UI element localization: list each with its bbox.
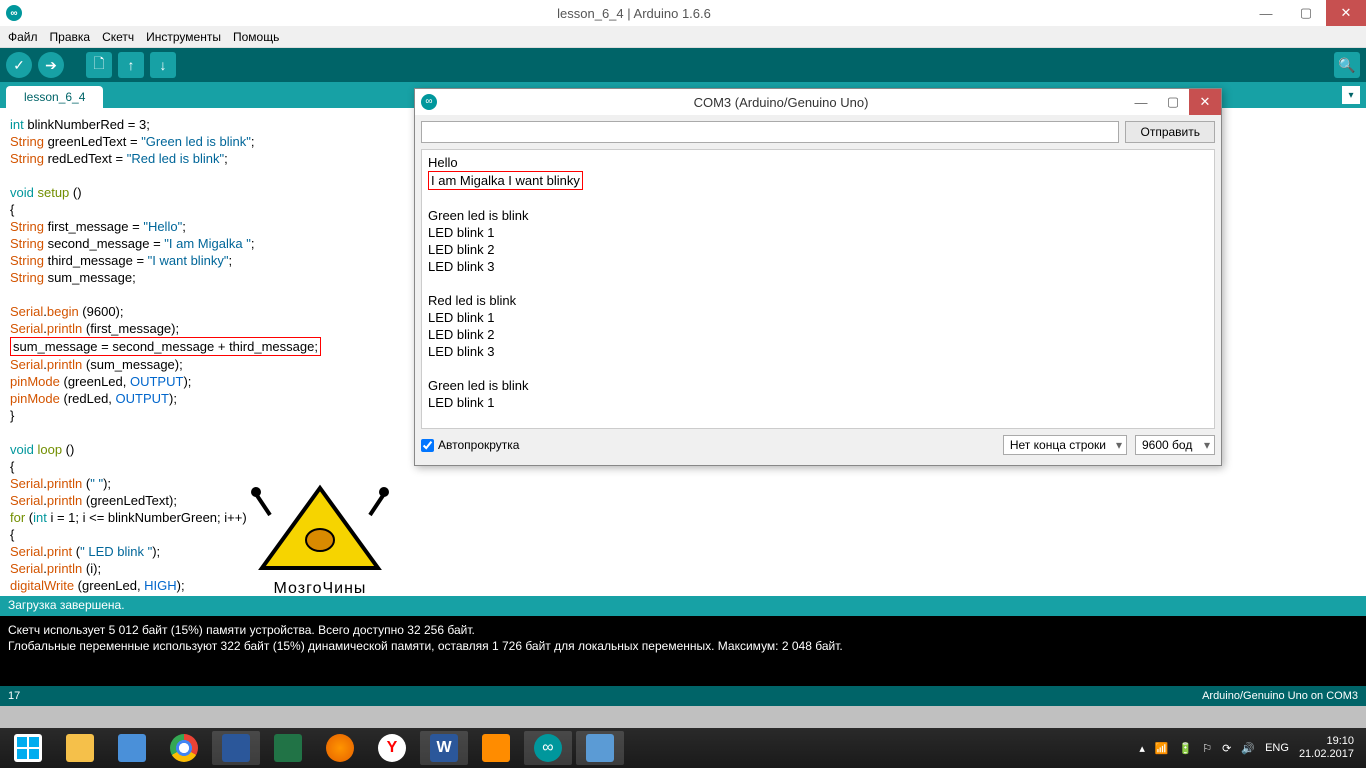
baud-select[interactable]: 9600 бод [1135,435,1215,455]
clock[interactable]: 19:10 21.02.2017 [1299,735,1354,761]
tab-sketch[interactable]: lesson_6_4 [6,86,103,108]
save-button[interactable]: ↓ [150,52,176,78]
system-tray[interactable]: ▴ 📶 🔋 ⚐ ⟳ 🔊 ENG 19:10 21.02.2017 [1139,735,1362,761]
menu-file[interactable]: Файл [8,30,38,44]
arduino-logo-icon [6,5,22,21]
battery-icon[interactable]: 🔋 [1179,742,1193,755]
volume-icon[interactable]: 🔊 [1241,742,1255,755]
mediaplayer-icon[interactable] [472,731,520,765]
build-console: Скетч использует 5 012 байт (15%) памяти… [0,616,1366,686]
firefox-icon[interactable] [316,731,364,765]
serial-titlebar: COM3 (Arduino/Genuino Uno) — ▢ ✕ [415,89,1221,115]
open-button[interactable]: ↑ [118,52,144,78]
close-button[interactable]: ✕ [1326,0,1366,26]
verify-button[interactable]: ✓ [6,52,32,78]
arduino-taskbar-icon[interactable]: ∞ [524,731,572,765]
sync-icon[interactable]: ⟳ [1222,742,1231,755]
serial-title: COM3 (Arduino/Genuino Uno) [437,95,1125,110]
menu-edit[interactable]: Правка [50,30,91,44]
footer-bar: 17 Arduino/Genuino Uno on COM3 [0,686,1366,706]
tray-up-icon[interactable]: ▴ [1139,742,1145,755]
serial-monitor-button[interactable]: 🔍 [1334,52,1360,78]
yandex-icon[interactable]: Y [368,731,416,765]
menubar: Файл Правка Скетч Инструменты Помощь [0,26,1366,48]
line-number: 17 [8,690,20,702]
menu-help[interactable]: Помощь [233,30,279,44]
new-button[interactable]: 🗋 [86,52,112,78]
language-indicator[interactable]: ENG [1265,742,1289,754]
windows-taskbar: Y W ∞ ▴ 📶 🔋 ⚐ ⟳ 🔊 ENG 19:10 21.02.2017 [0,728,1366,768]
paint-icon[interactable] [576,731,624,765]
calc-icon[interactable] [108,731,156,765]
network-icon[interactable]: 📶 [1155,742,1169,755]
serial-maximize-button[interactable]: ▢ [1157,89,1189,115]
highlighted-code-line: sum_message = second_message + third_mes… [10,337,321,356]
serial-send-button[interactable]: Отправить [1125,121,1215,143]
menu-sketch[interactable]: Скетч [102,30,134,44]
upload-button[interactable]: ➔ [38,52,64,78]
window-titlebar: lesson_6_4 | Arduino 1.6.6 — ▢ ✕ [0,0,1366,26]
minimize-button[interactable]: — [1246,0,1286,26]
serial-minimize-button[interactable]: — [1125,89,1157,115]
tab-dropdown-icon[interactable]: ▾ [1342,86,1360,104]
start-button[interactable] [4,731,52,765]
serial-close-button[interactable]: ✕ [1189,89,1221,115]
highlighted-output-line: I am Migalka I want blinky [428,171,583,190]
word-icon[interactable]: W [420,731,468,765]
line-ending-select[interactable]: Нет конца строки [1003,435,1127,455]
autoscroll-checkbox[interactable]: Автопрокрутка [421,438,519,452]
save-app-icon[interactable] [212,731,260,765]
toolbar: ✓ ➔ 🗋 ↑ ↓ 🔍 [0,48,1366,82]
excel-icon[interactable] [264,731,312,765]
serial-input[interactable] [421,121,1119,143]
board-port-label: Arduino/Genuino Uno on COM3 [1202,690,1358,702]
chrome-icon[interactable] [160,731,208,765]
maximize-button[interactable]: ▢ [1286,0,1326,26]
arduino-logo-icon [421,94,437,110]
menu-tools[interactable]: Инструменты [146,30,221,44]
window-title: lesson_6_4 | Arduino 1.6.6 [22,6,1246,21]
serial-monitor-window: COM3 (Arduino/Genuino Uno) — ▢ ✕ Отправи… [414,88,1222,466]
action-center-icon[interactable]: ⚐ [1202,742,1212,755]
explorer-icon[interactable] [56,731,104,765]
status-bar: Загрузка завершена. [0,596,1366,616]
serial-output[interactable]: Hello I am Migalka I want blinky Green l… [421,149,1215,429]
